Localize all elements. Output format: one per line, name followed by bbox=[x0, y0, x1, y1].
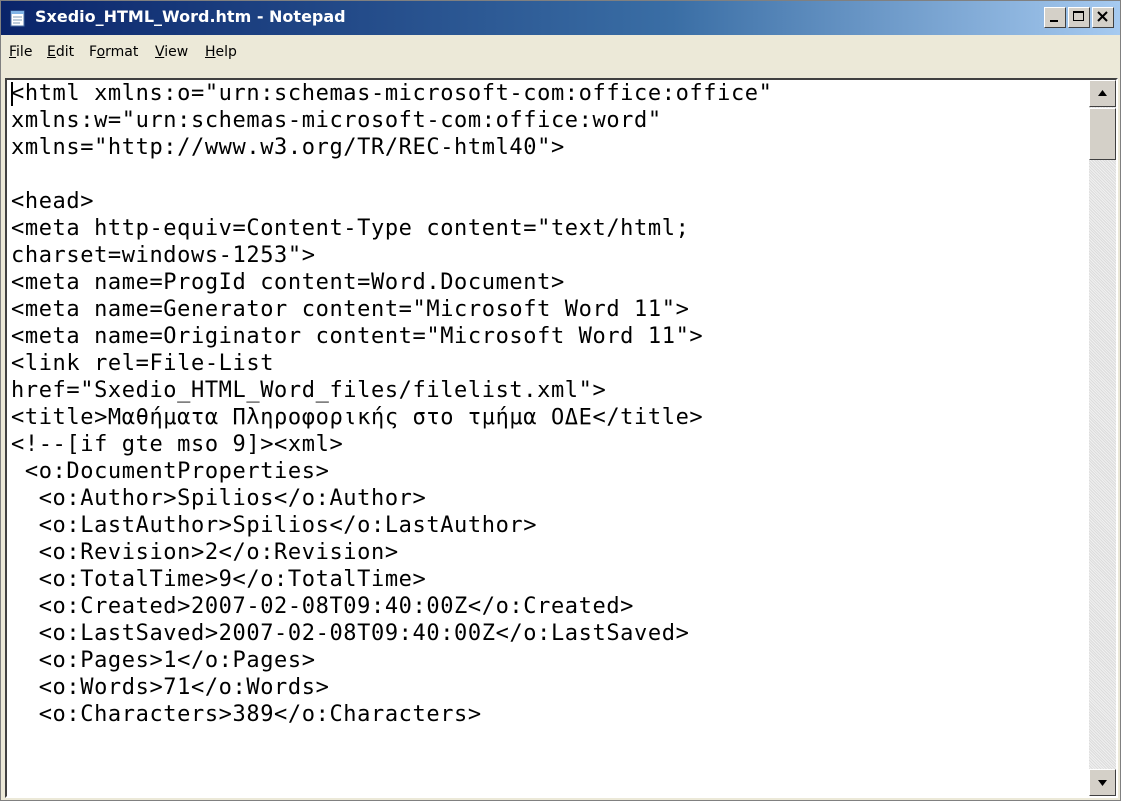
caption-buttons bbox=[1042, 7, 1114, 29]
notepad-icon bbox=[9, 9, 27, 27]
menu-format[interactable]: Format bbox=[89, 44, 138, 60]
editor-line: <o:Characters>389</o:Characters> bbox=[11, 702, 482, 727]
text-caret bbox=[11, 82, 13, 106]
editor-line: <link rel=File-List bbox=[11, 351, 275, 376]
scroll-down-button[interactable] bbox=[1089, 769, 1116, 796]
scroll-thumb[interactable] bbox=[1089, 108, 1116, 160]
scroll-up-button[interactable] bbox=[1089, 80, 1116, 107]
editor-line: href="Sxedio_HTML_Word_files/filelist.xm… bbox=[11, 378, 607, 403]
editor-line: <o:Created>2007-02-08T09:40:00Z</o:Creat… bbox=[11, 594, 635, 619]
editor-line: <o:Revision>2</o:Revision> bbox=[11, 540, 399, 565]
menu-file[interactable]: File bbox=[9, 44, 32, 60]
editor-line: <html xmlns:o="urn:schemas-microsoft-com… bbox=[11, 81, 773, 106]
editor-line: <o:Words>71</o:Words> bbox=[11, 675, 330, 700]
text-editor[interactable]: <html xmlns:o="urn:schemas-microsoft-com… bbox=[5, 78, 1118, 798]
maximize-button[interactable] bbox=[1068, 7, 1090, 28]
minimize-icon bbox=[1050, 20, 1058, 22]
editor-line: <o:LastSaved>2007-02-08T09:40:00Z</o:Las… bbox=[11, 621, 690, 646]
editor-line: <meta name=ProgId content=Word.Document> bbox=[11, 270, 565, 295]
minimize-button[interactable] bbox=[1044, 7, 1066, 28]
menu-edit[interactable]: Edit bbox=[47, 44, 74, 60]
menu-help[interactable]: Help bbox=[205, 44, 237, 60]
arrow-down-icon bbox=[1098, 780, 1107, 786]
editor-text-area[interactable]: <html xmlns:o="urn:schemas-microsoft-com… bbox=[11, 80, 1089, 796]
editor-line: xmlns="http://www.w3.org/TR/REC-html40"> bbox=[11, 135, 565, 160]
editor-line: <head> bbox=[11, 189, 95, 214]
notepad-window: Sxedio_HTML_Word.htm - Notepad File Edit… bbox=[0, 0, 1121, 801]
editor-line: <meta http-equiv=Content-Type content="t… bbox=[11, 216, 690, 241]
editor-line: <o:TotalTime>9</o:TotalTime> bbox=[11, 567, 427, 592]
window-title: Sxedio_HTML_Word.htm - Notepad bbox=[35, 7, 346, 26]
title-bar[interactable]: Sxedio_HTML_Word.htm - Notepad bbox=[1, 1, 1120, 35]
editor-line: <!--[if gte mso 9]><xml> bbox=[11, 432, 344, 457]
maximize-icon bbox=[1073, 11, 1084, 21]
menu-view[interactable]: View bbox=[155, 44, 188, 60]
editor-line: <o:Author>Spilios</o:Author> bbox=[11, 486, 427, 511]
editor-line: <meta name=Originator content="Microsoft… bbox=[11, 324, 704, 349]
menu-bar: File Edit Format View Help bbox=[1, 35, 1120, 71]
editor-line: xmlns:w="urn:schemas-microsoft-com:offic… bbox=[11, 108, 662, 133]
editor-line: <meta name=Generator content="Microsoft … bbox=[11, 297, 690, 322]
editor-line: <title>Μαθήματα Πληροφορικής στο τμήμα Ο… bbox=[11, 405, 704, 430]
close-button[interactable] bbox=[1092, 7, 1114, 28]
editor-line: charset=windows-1253"> bbox=[11, 243, 316, 268]
close-icon bbox=[1097, 11, 1108, 22]
vertical-scrollbar[interactable] bbox=[1089, 80, 1116, 796]
editor-line: <o:Pages>1</o:Pages> bbox=[11, 648, 316, 673]
editor-line: <o:DocumentProperties> bbox=[11, 459, 330, 484]
arrow-up-icon bbox=[1098, 90, 1107, 96]
editor-line: <o:LastAuthor>Spilios</o:LastAuthor> bbox=[11, 513, 538, 538]
